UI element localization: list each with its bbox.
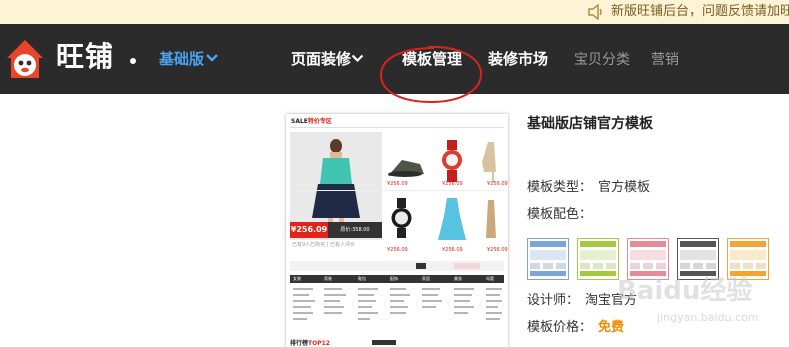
price-main: ¥256.09 bbox=[290, 222, 328, 238]
product-price: ¥256.09 bbox=[442, 181, 463, 187]
watermark-url: jingyan.baidu.com bbox=[656, 311, 759, 324]
template-color-row: 模板配色： bbox=[527, 206, 592, 224]
price-original: 原价:358.00 bbox=[328, 222, 382, 238]
template-thumbnail[interactable]: SALE特价专区 ¥256.09 原价:358.00 已有9人已购买 | 已有人… bbox=[286, 114, 508, 347]
product-price: ¥256.09 bbox=[487, 247, 508, 253]
template-type-value: 官方模板 bbox=[598, 180, 651, 195]
designer-label: 设计师： bbox=[527, 293, 580, 308]
notice-bar: 新版旺铺后台，问题反馈请加旺旺 bbox=[0, 0, 789, 24]
wangpu-logo-icon bbox=[7, 40, 43, 78]
nav-item-product-category[interactable]: 宝贝分类 bbox=[574, 50, 630, 70]
watermark-brand: Baidu经验 bbox=[617, 275, 752, 306]
speaker-icon bbox=[588, 4, 602, 20]
highlight-circle bbox=[379, 45, 483, 104]
baidu-jingyan-watermark: Baidu经验 jingyan.baidu.com bbox=[617, 275, 759, 324]
ranking-title: 排行榜TOP12 bbox=[290, 340, 330, 347]
product-price: ¥256.09 bbox=[387, 181, 408, 187]
logo-text: 旺铺 bbox=[56, 40, 115, 73]
category-links bbox=[293, 288, 502, 320]
template-color-label: 模板配色： bbox=[527, 207, 593, 222]
template-type-label: 模板类型： bbox=[527, 180, 593, 195]
template-type-row: 模板类型： 官方模板 bbox=[527, 179, 650, 197]
notice-text[interactable]: 新版旺铺后台，问题反馈请加旺旺 bbox=[611, 2, 789, 22]
divider bbox=[290, 127, 504, 128]
template-title: 基础版店铺官方模板 bbox=[527, 116, 653, 132]
template-price-label: 模板价格： bbox=[527, 320, 593, 335]
chevron-down-icon[interactable] bbox=[205, 53, 219, 63]
product-price: ¥256.09 bbox=[442, 247, 463, 253]
color-swatch-blue[interactable] bbox=[527, 238, 569, 280]
product-price: ¥256.09 bbox=[387, 247, 408, 253]
category-header: 女装 男装 鞋包 配饰 家居 美妆 母婴 bbox=[290, 275, 504, 283]
logo-dot bbox=[130, 58, 136, 64]
edition-dropdown[interactable]: 基础版 bbox=[159, 49, 204, 69]
chevron-down-icon[interactable] bbox=[351, 54, 364, 63]
product-row-2 bbox=[391, 198, 496, 240]
sold-text: 已有9人已购买 | 已有人评价 bbox=[292, 242, 356, 248]
nav-item-marketing[interactable]: 营销 bbox=[651, 50, 679, 70]
product-price: ¥256.09 bbox=[487, 181, 508, 187]
nav-item-decoration-market[interactable]: 装修市场 bbox=[488, 49, 548, 69]
nav-item-page-decoration[interactable]: 页面装修 bbox=[291, 49, 351, 69]
thumbnail-section-title: SALE特价专区 bbox=[291, 118, 332, 125]
